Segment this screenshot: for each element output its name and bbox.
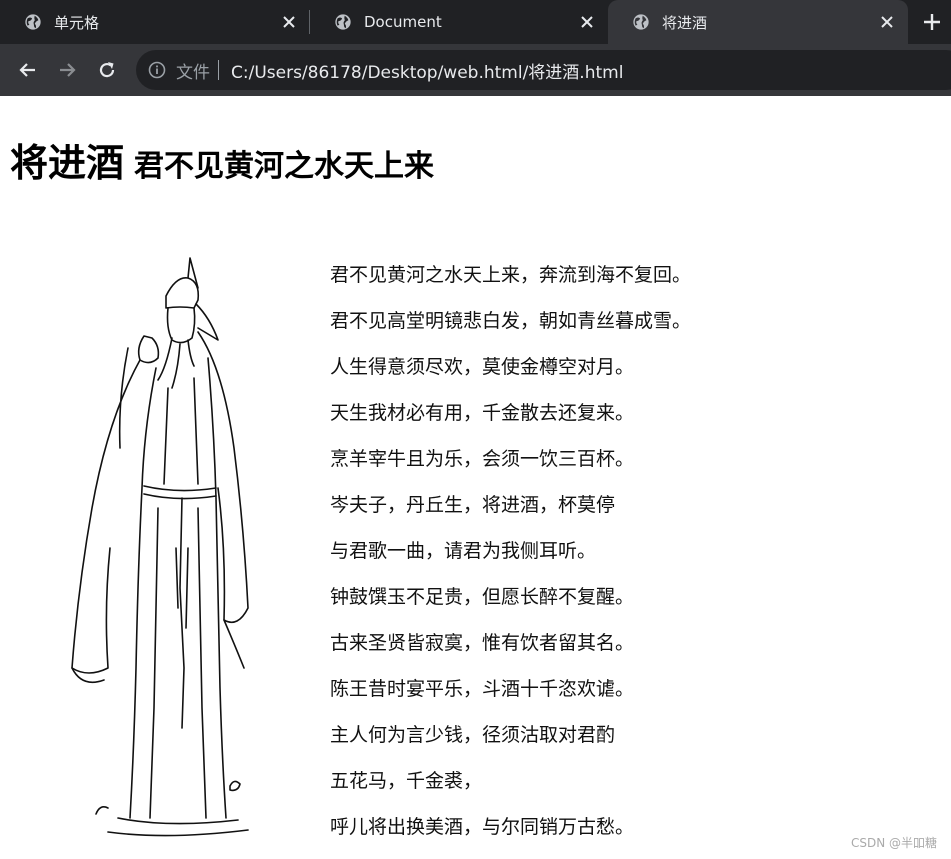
tab-title: Document bbox=[364, 13, 442, 31]
reload-icon bbox=[99, 62, 115, 78]
tab-title: 单元格 bbox=[54, 13, 100, 32]
poem-line: 陈王昔时宴平乐，斗酒十千恣欢谑。 bbox=[330, 678, 635, 700]
poem-line: 岑夫子，丹丘生，将进酒，杯莫停 bbox=[330, 494, 616, 516]
globe-icon bbox=[335, 14, 351, 30]
new-tab-button[interactable] bbox=[920, 10, 944, 34]
heading-sub: 君不见黄河之水天上来 bbox=[134, 149, 435, 184]
close-tab-icon[interactable] bbox=[878, 13, 896, 31]
plus-icon bbox=[924, 14, 940, 30]
poem-line: 钟鼓馔玉不足贵，但愿长醉不复醒。 bbox=[330, 586, 635, 608]
poem-line: 呼儿将出换美酒，与尔同销万古愁。 bbox=[330, 816, 635, 838]
arrow-left-icon bbox=[19, 63, 35, 77]
poem-line: 五花马，千金裘， bbox=[330, 770, 483, 792]
globe-icon bbox=[633, 14, 649, 30]
tab-title: 将进酒 bbox=[662, 13, 708, 32]
poem-line: 人生得意须尽欢，莫使金樽空对月。 bbox=[330, 356, 635, 378]
globe-icon bbox=[25, 14, 41, 30]
page-heading: 将进酒 君不见黄河之水天上来 bbox=[10, 132, 434, 187]
back-button[interactable] bbox=[14, 56, 42, 84]
page-content: 将进酒 君不见黄河之水天上来 君不见黄河之水天上来，奔流到海不复回。 君不见高堂… bbox=[0, 96, 951, 859]
browser-toolbar: 文件 C:/Users/86178/Desktop/web.html/将进酒.h… bbox=[0, 44, 951, 96]
tab-danyuange[interactable]: 单元格 bbox=[0, 0, 310, 44]
poem-text: 君不见黄河之水天上来，奔流到海不复回。 君不见高堂明镜悲白发，朝如青丝暮成雪。 … bbox=[330, 260, 691, 858]
poem-line: 烹羊宰牛且为乐，会须一饮三百杯。 bbox=[330, 448, 635, 470]
arrow-right-icon bbox=[60, 63, 76, 77]
poem-line: 君不见黄河之水天上来，奔流到海不复回。 bbox=[330, 264, 692, 286]
tab-document[interactable]: Document bbox=[310, 0, 608, 44]
csdn-watermark: CSDN @半吅糖 bbox=[850, 836, 937, 850]
li-bai-portrait-image bbox=[71, 257, 249, 837]
address-bar[interactable]: 文件 C:/Users/86178/Desktop/web.html/将进酒.h… bbox=[136, 50, 951, 90]
poem-line: 主人何为言少钱，径须沽取对君酌 bbox=[330, 724, 616, 746]
forward-button[interactable] bbox=[53, 56, 81, 84]
poem-line: 古来圣贤皆寂寞，惟有饮者留其名。 bbox=[330, 632, 635, 654]
poem-line: 与君歌一曲，请君为我侧耳听。 bbox=[330, 540, 597, 562]
heading-main: 将进酒 bbox=[10, 141, 125, 185]
tab-strip: 单元格 Document 将进酒 bbox=[0, 0, 951, 44]
close-tab-icon[interactable] bbox=[578, 13, 596, 31]
poem-line: 君不见高堂明镜悲白发，朝如青丝暮成雪。 bbox=[330, 310, 692, 332]
file-scheme-label: 文件 bbox=[176, 62, 210, 83]
poem-line: 天生我材必有用，千金散去还复来。 bbox=[330, 402, 635, 424]
info-icon[interactable] bbox=[148, 61, 166, 79]
scheme-divider bbox=[218, 60, 219, 80]
reload-button[interactable] bbox=[93, 56, 121, 84]
tab-jiangjinjiu-active[interactable]: 将进酒 bbox=[608, 0, 908, 44]
close-tab-icon[interactable] bbox=[280, 13, 298, 31]
url-text[interactable]: C:/Users/86178/Desktop/web.html/将进酒.html bbox=[231, 58, 623, 83]
